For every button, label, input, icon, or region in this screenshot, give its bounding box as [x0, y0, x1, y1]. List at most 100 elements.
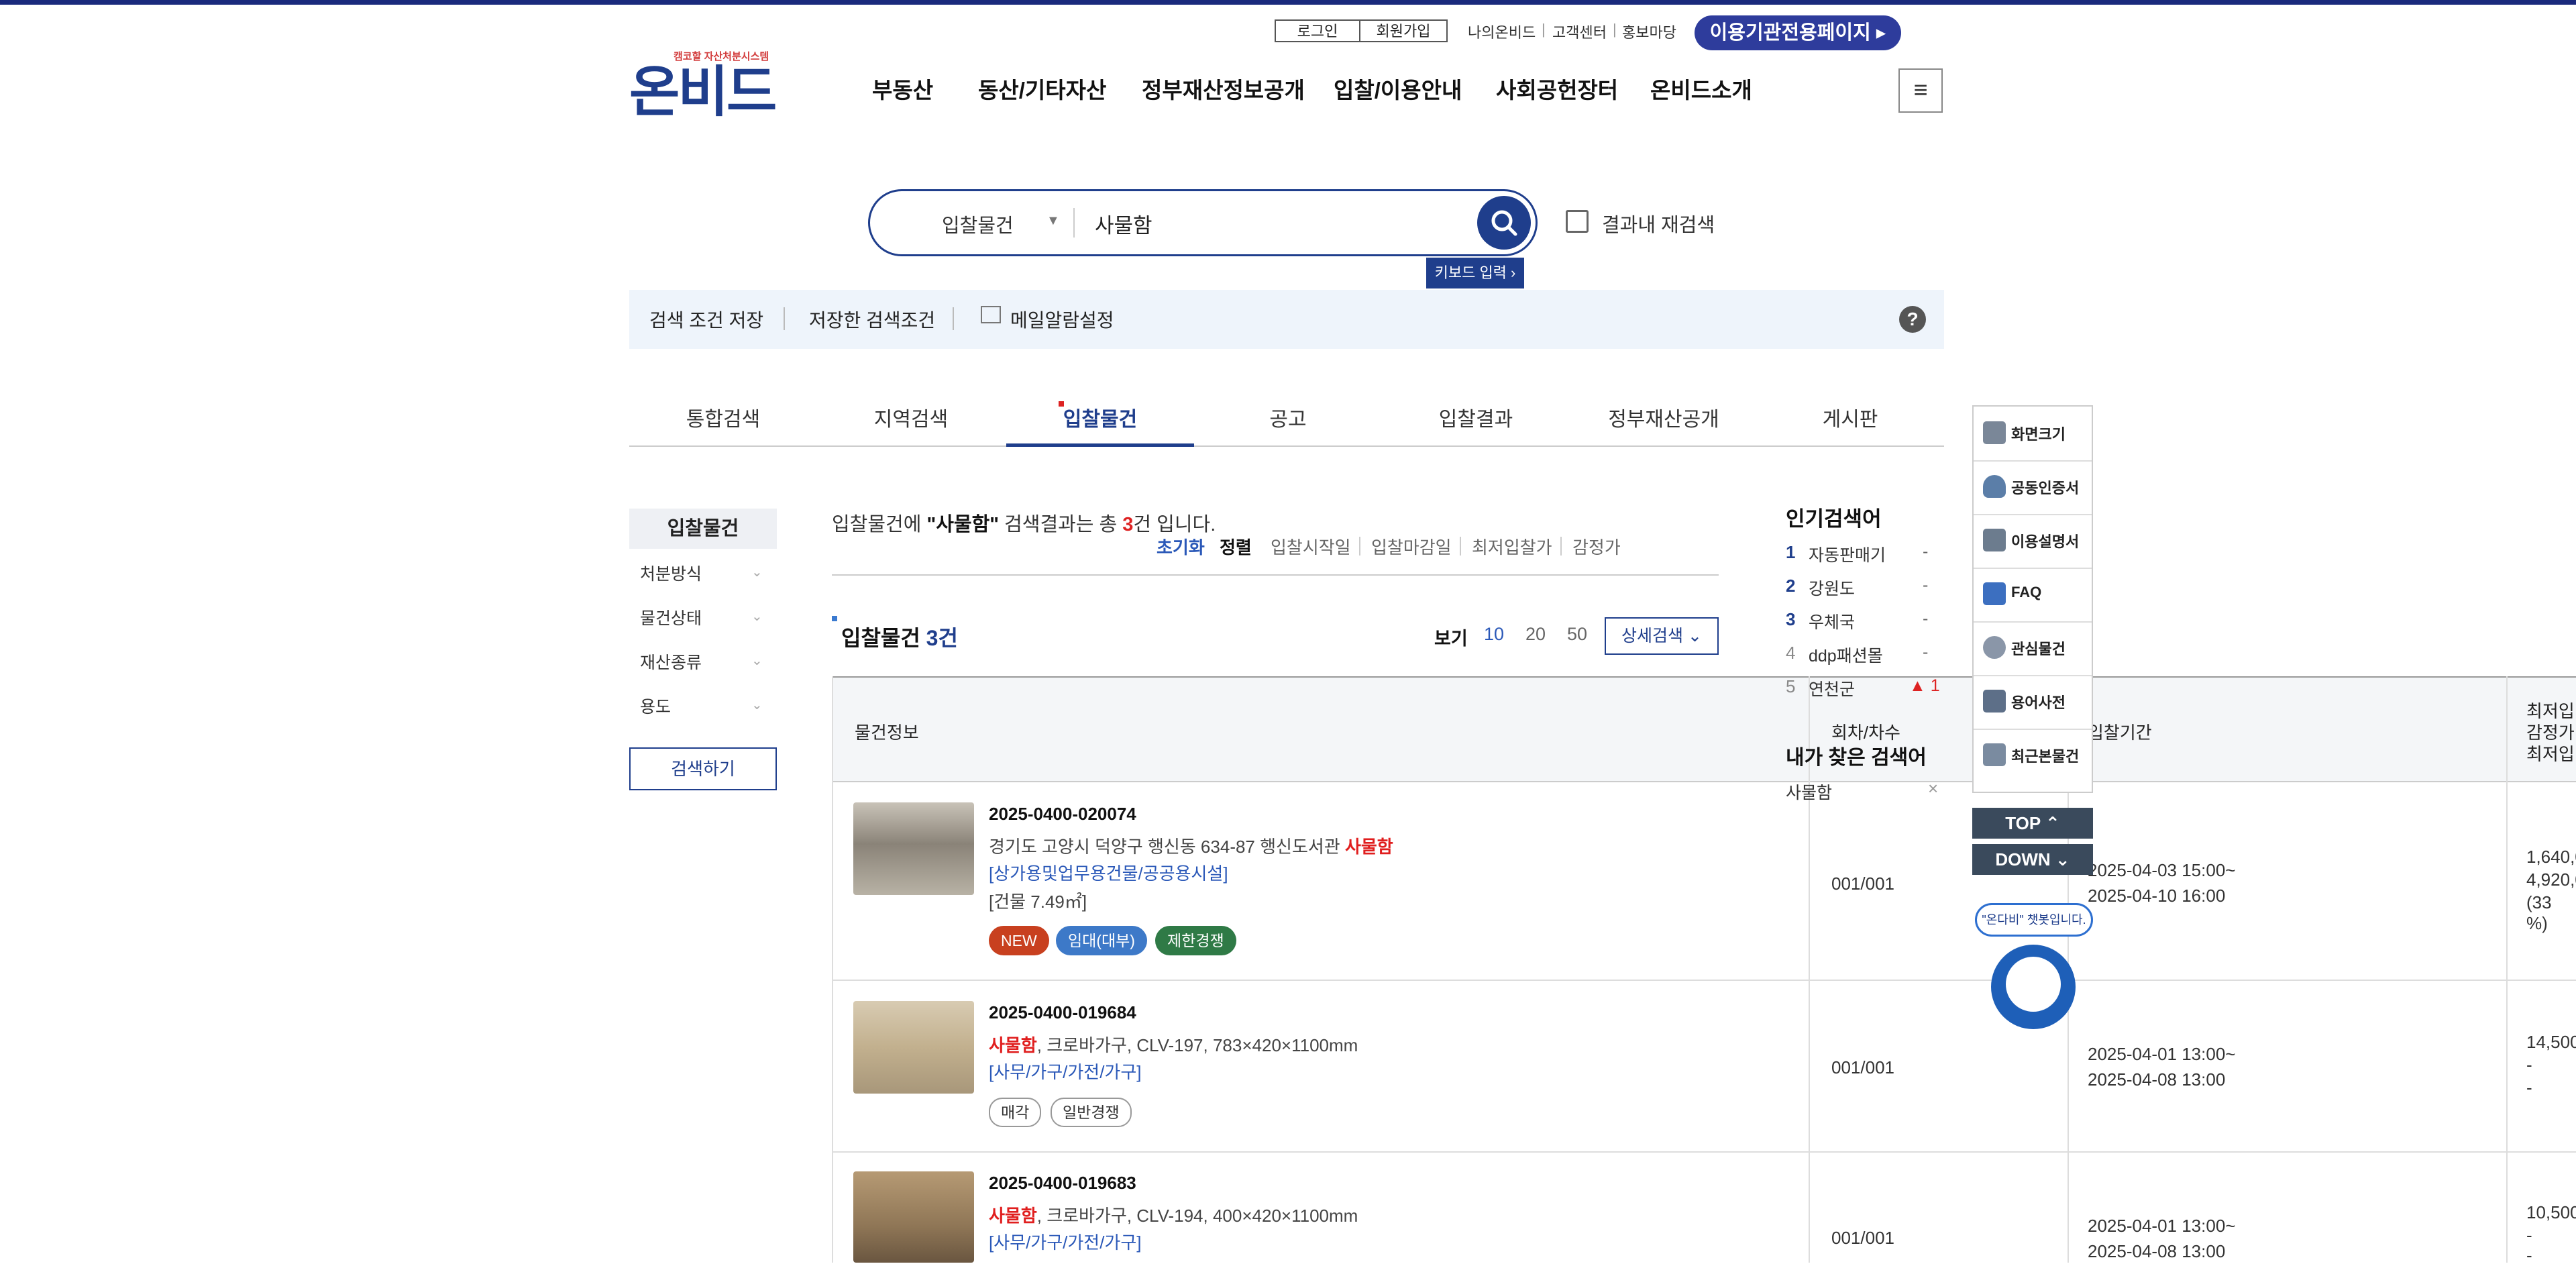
- item-appraisal: -: [2526, 1225, 2532, 1245]
- popular-term[interactable]: 우체국: [1809, 609, 1855, 633]
- popular-term[interactable]: 강원도: [1809, 576, 1855, 600]
- sort-reset[interactable]: 초기화: [1157, 534, 1205, 559]
- help-icon[interactable]: ?: [1899, 306, 1926, 333]
- customer-center-link[interactable]: 고객센터: [1552, 21, 1607, 42]
- recheck-label[interactable]: 결과내 재검색: [1602, 209, 1715, 238]
- sort-bid-end[interactable]: 입찰마감일: [1371, 534, 1452, 559]
- chevron-down-icon[interactable]: ⌄: [751, 696, 763, 713]
- view-10[interactable]: 10: [1484, 624, 1504, 645]
- view-20[interactable]: 20: [1525, 624, 1546, 645]
- search-input[interactable]: [1093, 204, 1472, 243]
- sort-separator: [1560, 537, 1562, 556]
- active-tab-marker: [1059, 401, 1064, 407]
- sidebar-item-property-type[interactable]: 재산종류: [640, 649, 702, 674]
- item-thumbnail[interactable]: [853, 1171, 974, 1263]
- sidebar-item-status[interactable]: 물건상태: [640, 605, 702, 629]
- quick-manual[interactable]: 이용설명서: [1974, 514, 2092, 569]
- onbid-logo[interactable]: 온비드: [629, 47, 777, 127]
- tab-region[interactable]: 지역검색: [817, 403, 1005, 432]
- quick-certificate[interactable]: 공동인증서: [1974, 460, 2092, 515]
- hamburger-icon[interactable]: ≡: [1898, 68, 1943, 113]
- scroll-down-button[interactable]: DOWN ⌄: [1972, 844, 2093, 875]
- search-icon: [1491, 210, 1517, 236]
- org-page-button[interactable]: 이용기관전용페이지 ▸: [1695, 15, 1901, 50]
- close-icon[interactable]: ×: [1928, 778, 1938, 799]
- quick-font-size[interactable]: 화면크기: [1974, 407, 2092, 462]
- chevron-down-icon[interactable]: ⌄: [751, 564, 763, 580]
- sidebar-search-button[interactable]: 검색하기: [629, 747, 777, 790]
- gnb-bid-guide[interactable]: 입찰/이용안내: [1334, 72, 1462, 105]
- item-address[interactable]: 경기도 고양시 덕양구 행신동 634-87 행신도서관 사물함: [989, 833, 1393, 858]
- item-number[interactable]: 2025-0400-019684: [989, 1002, 1136, 1023]
- promo-link[interactable]: 홍보마당: [1622, 21, 1676, 42]
- keyboard-input-button[interactable]: 키보드 입력 ›: [1426, 258, 1524, 288]
- gnb-movable-assets[interactable]: 동산/기타자산: [978, 72, 1106, 105]
- save-condition-button[interactable]: 검색 조건 저장: [649, 306, 763, 333]
- tab-board[interactable]: 게시판: [1756, 403, 1944, 432]
- mail-alarm-button[interactable]: 메일알람설정: [1010, 306, 1114, 333]
- quick-interest[interactable]: 관심물건: [1974, 621, 2092, 676]
- sidebar-title: 입찰물건: [629, 509, 777, 549]
- popular-term[interactable]: 자동판매기: [1809, 542, 1886, 566]
- item-address[interactable]: 사물함, 크로바가구, CLV-197, 783×420×1100mm: [989, 1032, 1358, 1057]
- popular-rank: 1: [1786, 542, 1796, 562]
- quick-label: FAQ: [2011, 584, 2042, 600]
- saved-conditions-button[interactable]: 저장한 검색조건: [809, 306, 935, 333]
- gnb-about[interactable]: 온비드소개: [1650, 72, 1752, 105]
- item-thumbnail[interactable]: [853, 1001, 974, 1094]
- popular-term[interactable]: 연천군: [1809, 676, 1855, 700]
- item-period-end: 2025-04-10 16:00: [2088, 886, 2226, 906]
- tab-bid-items[interactable]: 입찰물건: [1006, 403, 1194, 432]
- sort-bid-start[interactable]: 입찰시작일: [1271, 534, 1351, 559]
- gnb-social-market[interactable]: 사회공헌장터: [1496, 72, 1618, 105]
- item-category: [사무/가구/가전/가구]: [989, 1232, 1142, 1253]
- detail-search-button[interactable]: 상세검색 ⌄: [1605, 617, 1719, 655]
- tab-notice[interactable]: 공고: [1194, 403, 1382, 432]
- item-appraisal: 4,920,0: [2526, 869, 2576, 890]
- item-round: 001/001: [1831, 1228, 1894, 1248]
- sort-label: 정렬: [1220, 537, 1252, 558]
- my-search-term[interactable]: 사물함: [1786, 780, 1832, 804]
- active-tab-underline: [1006, 443, 1194, 447]
- scroll-top-button[interactable]: TOP ⌃: [1972, 808, 2093, 839]
- popular-term[interactable]: ddp패션몰: [1809, 643, 1883, 667]
- recheck-checkbox[interactable]: [1566, 210, 1589, 233]
- item-thumbnail[interactable]: [853, 802, 974, 895]
- sort-min-price[interactable]: 최저입찰가: [1472, 534, 1552, 559]
- item-period-start: 2025-04-01 13:00~: [2088, 1044, 2236, 1064]
- tab-integrated[interactable]: 통합검색: [629, 403, 817, 432]
- tab-gov-property[interactable]: 정부재산공개: [1570, 403, 1758, 432]
- chatbot-bubble[interactable]: "온다비" 챗봇입니다.: [1975, 903, 2093, 937]
- gnb-gov-property[interactable]: 정부재산정보공개: [1142, 72, 1305, 105]
- sort-appraisal[interactable]: 감정가: [1572, 534, 1621, 559]
- view-50[interactable]: 50: [1567, 624, 1587, 645]
- quick-recent[interactable]: 최근본물건: [1974, 729, 2092, 782]
- search-button[interactable]: [1477, 196, 1531, 250]
- chevron-down-icon[interactable]: ⌄: [751, 652, 763, 669]
- address-highlight: 사물함: [989, 1206, 1037, 1226]
- item-number[interactable]: 2025-0400-019683: [989, 1173, 1136, 1194]
- item-address[interactable]: 사물함, 크로바가구, CLV-194, 400×420×1100mm: [989, 1202, 1358, 1227]
- my-onbid-link[interactable]: 나의온비드: [1468, 21, 1536, 42]
- certificate-icon: [1983, 475, 2006, 498]
- sidebar-item-usage[interactable]: 용도: [640, 694, 671, 718]
- caret-down-icon[interactable]: ▼: [1046, 213, 1060, 229]
- item-number[interactable]: 2025-0400-020074: [989, 804, 1136, 825]
- chatbot-face: [2006, 957, 2061, 1012]
- search-category-select[interactable]: 입찰물건: [942, 210, 1014, 238]
- quick-dictionary[interactable]: 용어사전: [1974, 675, 2092, 730]
- top-accent-bar: [0, 0, 2576, 5]
- item-round: 001/001: [1831, 1057, 1894, 1077]
- badge-sale: 매각: [989, 1098, 1042, 1127]
- chevron-down-icon[interactable]: ⌄: [751, 608, 763, 625]
- signup-button[interactable]: 회원가입: [1359, 19, 1448, 42]
- login-button[interactable]: 로그인: [1275, 19, 1360, 42]
- util-separator: |: [1613, 21, 1617, 38]
- sidebar-item-disposal[interactable]: 처분방식: [640, 561, 702, 585]
- tab-bid-results[interactable]: 입찰결과: [1382, 403, 1570, 432]
- result-divider: [832, 574, 1719, 576]
- quick-faq[interactable]: FAQ: [1974, 568, 2092, 623]
- gnb-real-estate[interactable]: 부동산: [872, 72, 933, 105]
- address-text: , 크로바가구, CLV-197, 783×420×1100mm: [1036, 1035, 1358, 1055]
- view-label: 보기: [1434, 629, 1468, 649]
